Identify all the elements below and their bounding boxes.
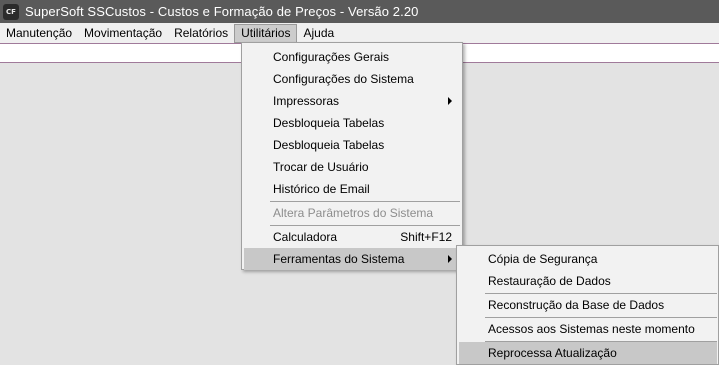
submenu-arrow-icon: [448, 255, 452, 263]
menu-relatorios[interactable]: Relatórios: [168, 24, 234, 43]
menu-item-impressoras[interactable]: Impressoras: [244, 90, 460, 112]
menu-item-label: Histórico de Email: [273, 182, 370, 196]
submenu-item-label: Cópia de Segurança: [488, 252, 598, 266]
submenu-item-reprocessa-atualizacao[interactable]: Reprocessa Atualização: [459, 342, 717, 364]
submenu-arrow-icon: [448, 97, 452, 105]
menu-item-label: Impressoras: [273, 94, 340, 108]
menu-item-label: Desbloqueia Tabelas: [273, 116, 385, 130]
submenu-item-acessos-sistemas[interactable]: Acessos aos Sistemas neste momento: [459, 318, 717, 340]
menu-item-label: Ferramentas do Sistema: [273, 252, 405, 266]
menu-item-configuracoes-gerais[interactable]: Configurações Gerais: [244, 46, 460, 68]
menu-item-label: Configurações Gerais: [273, 50, 390, 64]
menu-item-trocar-usuario[interactable]: Trocar de Usuário: [244, 156, 460, 178]
submenu-item-label: Reconstrução da Base de Dados: [488, 298, 665, 312]
utilitarios-dropdown: Configurações Gerais Configurações do Si…: [241, 42, 463, 270]
menu-item-label: Configurações do Sistema: [273, 72, 414, 86]
menu-item-label: Calculadora: [273, 230, 338, 244]
menu-item-label: Altera Parâmetros do Sistema: [273, 206, 434, 220]
menu-item-calculadora[interactable]: Calculadora Shift+F12: [244, 226, 460, 248]
menu-utilitarios[interactable]: Utilitários: [234, 23, 298, 43]
submenu-item-restauracao-dados[interactable]: Restauração de Dados: [459, 270, 717, 292]
menu-item-configuracoes-sistema[interactable]: Configurações do Sistema: [244, 68, 460, 90]
menu-movimentacao[interactable]: Movimentação: [78, 24, 168, 43]
app-icon: CF: [3, 3, 19, 20]
menu-item-ferramentas-sistema[interactable]: Ferramentas do Sistema: [244, 248, 460, 270]
submenu-item-label: Restauração de Dados: [488, 274, 611, 288]
submenu-item-label: Acessos aos Sistemas neste momento: [488, 322, 695, 336]
menu-item-altera-parametros: Altera Parâmetros do Sistema: [244, 202, 460, 224]
submenu-item-reconstrucao-base[interactable]: Reconstrução da Base de Dados: [459, 294, 717, 316]
menu-item-shortcut: Shift+F12: [400, 230, 452, 244]
menu-bar: Manutenção Movimentação Relatórios Utili…: [0, 23, 719, 43]
menu-ajuda[interactable]: Ajuda: [297, 24, 340, 43]
menu-item-label: Trocar de Usuário: [273, 160, 369, 174]
menu-manutencao[interactable]: Manutenção: [0, 24, 78, 43]
menu-item-historico-email[interactable]: Histórico de Email: [244, 178, 460, 200]
menu-item-desbloqueia-tabelas-2[interactable]: Desbloqueia Tabelas: [244, 134, 460, 156]
ferramentas-submenu: Cópia de Segurança Restauração de Dados …: [456, 245, 719, 365]
submenu-item-label: Reprocessa Atualização: [488, 346, 617, 360]
menu-item-label: Desbloqueia Tabelas: [273, 138, 385, 152]
window-title: SuperSoft SSCustos - Custos e Formação d…: [25, 4, 419, 19]
menu-item-desbloqueia-tabelas-1[interactable]: Desbloqueia Tabelas: [244, 112, 460, 134]
submenu-item-copia-seguranca[interactable]: Cópia de Segurança: [459, 248, 717, 270]
title-bar: CF SuperSoft SSCustos - Custos e Formaçã…: [0, 0, 719, 23]
